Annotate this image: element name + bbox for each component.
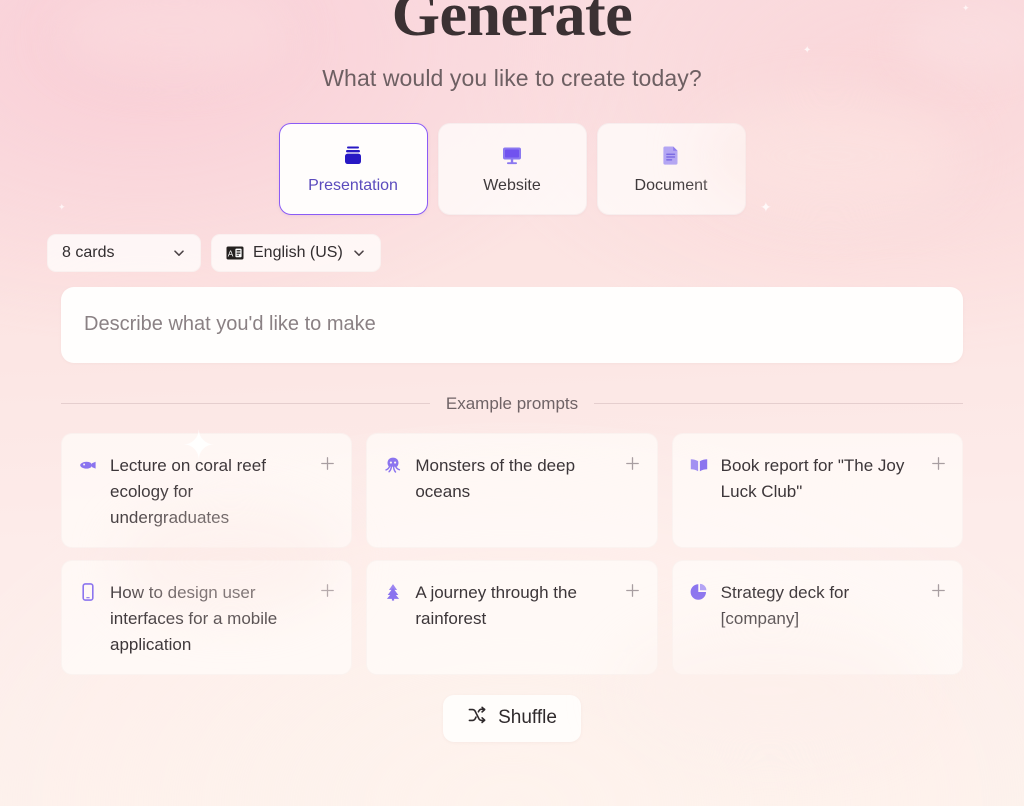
shuffle-label: Shuffle (498, 707, 557, 729)
example-prompt-text: How to design user interfaces for a mobi… (110, 582, 278, 655)
format-label: Website (483, 177, 541, 195)
language-dropdown[interactable]: A English (US) (211, 233, 381, 272)
plus-icon[interactable] (319, 453, 335, 547)
format-option-document[interactable]: Document (596, 122, 746, 215)
example-prompts-divider: Example prompts (61, 394, 963, 414)
example-prompt-card[interactable]: A journey through the rainforest (366, 559, 658, 675)
svg-text:A: A (228, 248, 234, 258)
plus-icon[interactable] (930, 453, 946, 547)
open-book-icon (689, 453, 709, 547)
generate-page: ✦ ✦ ✦ ✦ ✦ Generate What would you like t… (0, 0, 1024, 792)
example-prompt-card[interactable]: How to design user interfaces for a mobi… (61, 559, 353, 675)
plus-icon[interactable] (625, 453, 641, 547)
plus-icon[interactable] (625, 580, 641, 674)
card-count-dropdown[interactable]: 8 cards (47, 233, 201, 272)
fish-icon (78, 453, 98, 547)
plus-icon[interactable] (930, 580, 946, 674)
format-label: Document (634, 177, 708, 195)
format-label: Presentation (308, 177, 398, 195)
presentation-icon (340, 142, 366, 168)
evergreen-tree-icon (383, 580, 403, 674)
format-selector: Presentation Website Document (0, 122, 1024, 215)
chevron-down-icon (352, 246, 366, 260)
example-prompt-text: Lecture on coral reef ecology for underg… (110, 455, 266, 528)
chevron-down-icon (172, 246, 186, 260)
example-prompt-card[interactable]: Lecture on coral reef ecology for underg… (61, 432, 353, 548)
divider-line (594, 403, 963, 405)
generation-options: 8 cards A English (US) (0, 233, 1024, 272)
translate-icon: A (226, 246, 244, 260)
example-prompt-card[interactable]: Book report for "The Joy Luck Club" (671, 432, 963, 548)
document-icon (658, 142, 684, 168)
page-header: Generate What would you like to create t… (0, 0, 1024, 92)
language-value: English (US) (253, 243, 343, 261)
page-subtitle: What would you like to create today? (322, 64, 702, 91)
prompt-placeholder: Describe what you'd like to make (84, 313, 376, 336)
page-title: Generate (391, 0, 633, 49)
shuffle-button[interactable]: Shuffle (443, 694, 581, 742)
mobile-phone-icon (78, 580, 98, 674)
example-prompts-grid: Lecture on coral reef ecology for underg… (61, 432, 963, 675)
format-option-website[interactable]: Website (437, 122, 587, 215)
shuffle-row: Shuffle (0, 694, 1024, 742)
card-count-value: 8 cards (62, 243, 115, 261)
example-prompt-text: Strategy deck for [company] (720, 582, 850, 629)
example-prompt-text: A journey through the rainforest (415, 582, 577, 629)
shuffle-icon (467, 705, 487, 731)
divider-label: Example prompts (445, 393, 579, 413)
format-option-presentation[interactable]: Presentation (278, 122, 428, 215)
divider-line (61, 403, 430, 405)
prompt-input[interactable]: Describe what you'd like to make (61, 286, 963, 363)
example-prompt-text: Book report for "The Joy Luck Club" (720, 455, 905, 502)
example-prompt-card[interactable]: Strategy deck for [company] (671, 559, 963, 675)
example-prompt-card[interactable]: Monsters of the deep oceans (366, 432, 658, 548)
monitor-icon (499, 142, 525, 168)
example-prompt-text: Monsters of the deep oceans (415, 455, 576, 502)
plus-icon[interactable] (319, 580, 335, 674)
pie-chart-icon (689, 580, 709, 674)
squid-icon (383, 453, 403, 547)
